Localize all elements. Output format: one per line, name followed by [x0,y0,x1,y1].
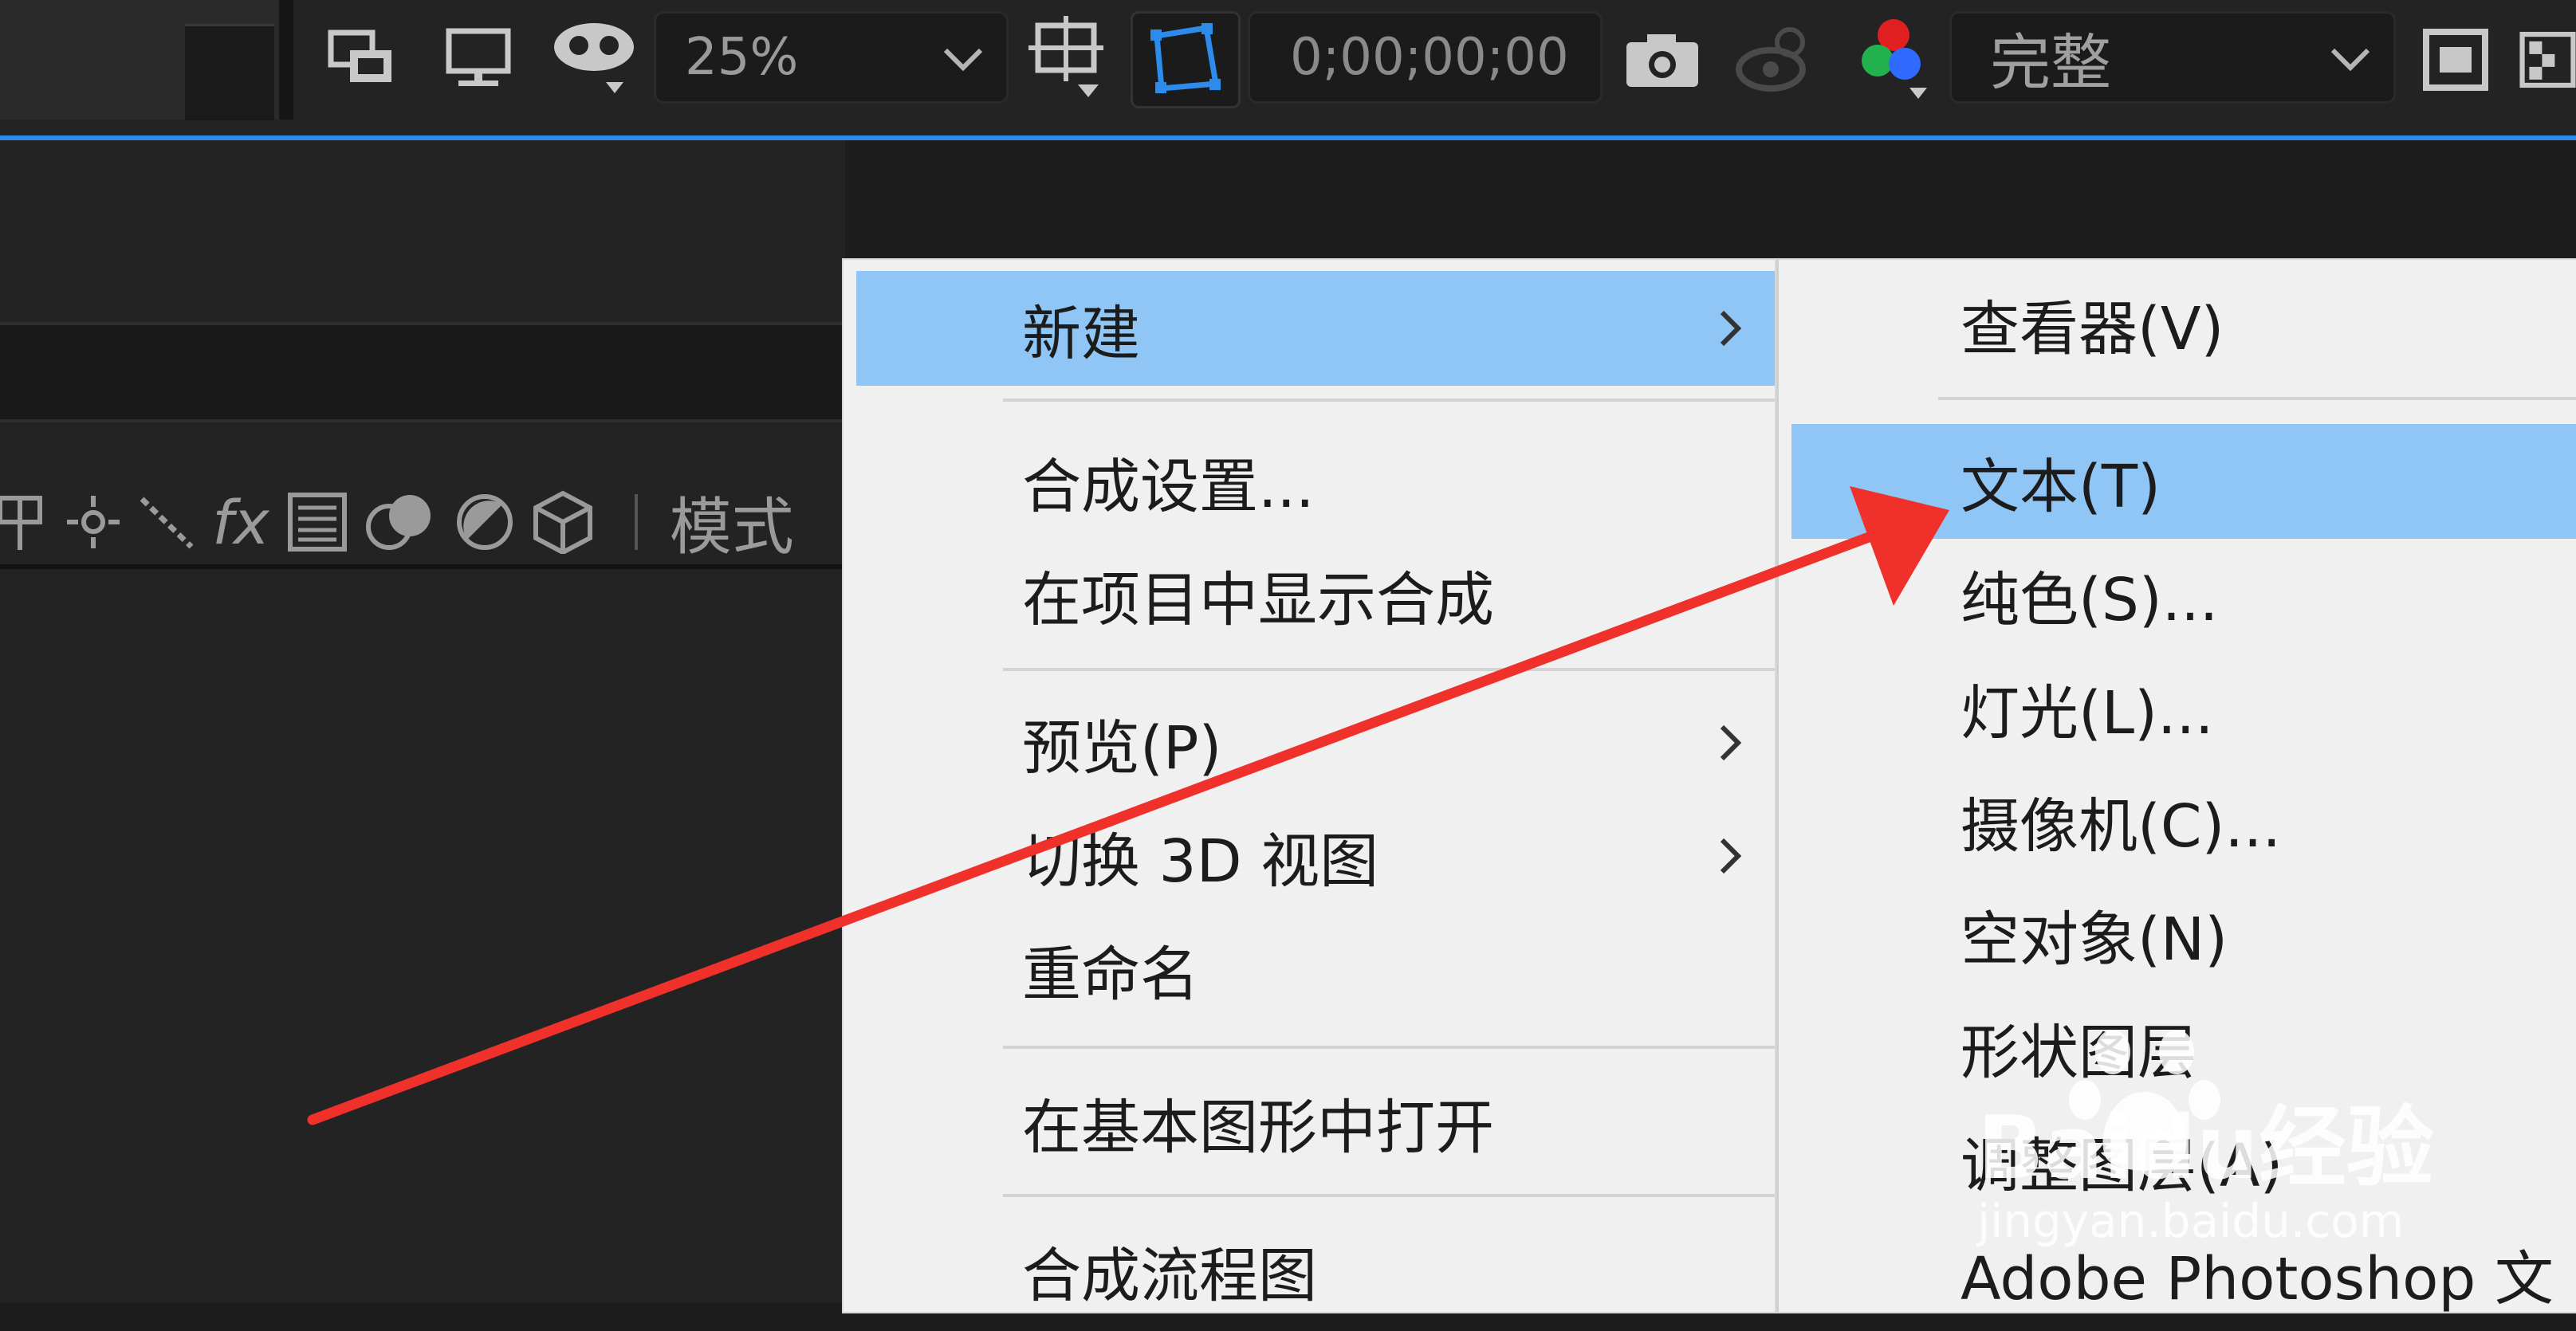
annotation-arrow-head [1850,486,1949,606]
annotation-arrow [307,486,1949,1125]
annotation-arrow-shaft [307,527,1887,1125]
